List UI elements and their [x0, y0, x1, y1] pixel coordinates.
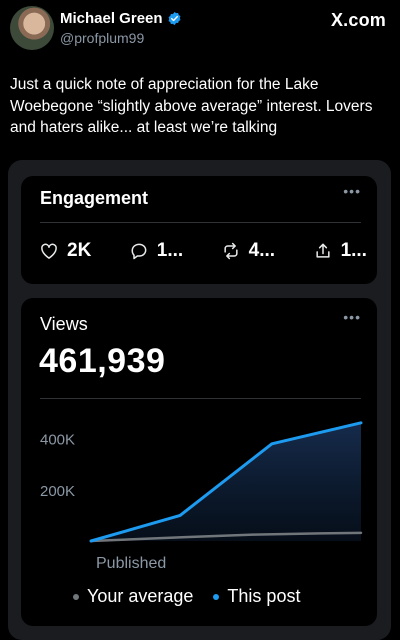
legend-dot-icon: [213, 593, 220, 600]
reply-icon: [131, 243, 147, 260]
repost-icon: [224, 242, 238, 260]
y-tick-label: 400K: [40, 432, 75, 449]
reposts-count: 4...: [248, 240, 276, 261]
legend-label: This post: [227, 586, 301, 606]
author-handle[interactable]: @profplum99: [60, 30, 144, 46]
divider: [40, 222, 361, 223]
heart-icon: [41, 243, 57, 259]
shares-metric[interactable]: 1...: [313, 240, 367, 262]
share-icon: [315, 243, 330, 258]
x-axis-label: Published: [96, 555, 166, 572]
legend-dot-icon: [73, 593, 79, 600]
likes-count: 2K: [67, 240, 92, 261]
views-chart: 400K 200K Published: [40, 421, 363, 572]
likes-metric[interactable]: 2K: [39, 240, 91, 262]
legend-label: Your average: [87, 586, 194, 606]
shares-count: 1...: [340, 240, 367, 261]
engagement-metrics: 2K 1... 4... 1...: [39, 240, 367, 262]
replies-count: 1...: [156, 240, 184, 261]
avatar[interactable]: [10, 6, 54, 50]
engagement-title: Engagement: [40, 188, 149, 208]
this-post-area: [91, 422, 361, 541]
chart-legend: Your average This post: [73, 586, 300, 607]
y-tick-label: 200K: [40, 483, 75, 500]
post-text: Just a quick note of appreciation for th…: [10, 76, 373, 136]
reposts-metric[interactable]: 4...: [221, 240, 275, 262]
legend-this-post: This post: [213, 586, 300, 607]
replies-metric[interactable]: 1...: [129, 240, 183, 262]
author-name[interactable]: Michael Green: [60, 10, 163, 27]
engagement-card: Engagement ••• 2K 1... 4... 1...: [21, 176, 377, 284]
verified-badge-icon: [168, 11, 180, 26]
brand-watermark: X.com: [330, 10, 386, 30]
legend-your-average: Your average: [73, 586, 193, 607]
author-name-row: Michael Green: [60, 10, 182, 27]
views-card: Views ••• 461,939 400K 200K Published Your…: [21, 298, 377, 626]
post-header: Michael Green @profplum99 X.com: [10, 6, 386, 54]
engagement-more-icon[interactable]: •••: [343, 184, 361, 198]
